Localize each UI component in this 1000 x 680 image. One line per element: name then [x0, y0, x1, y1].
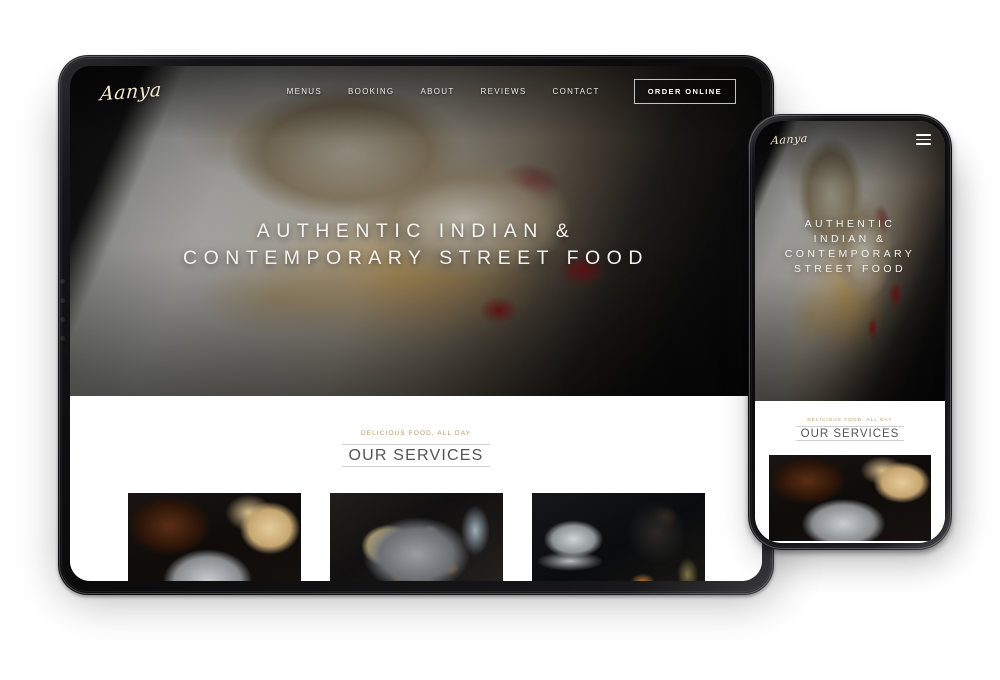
tablet-navbar: Aanya MENUS BOOKING ABOUT REVIEWS CONTAC…: [70, 66, 762, 105]
hero-headline-line-2: CONTEMPORARY STREET FOOD: [183, 247, 649, 269]
hero-headline-line-2: INDIAN &: [813, 233, 887, 245]
indian-thali-platter-photo: [329, 493, 503, 581]
tablet-screen: Aanya MENUS BOOKING ABOUT REVIEWS CONTAC…: [70, 66, 762, 581]
hamburger-line: [916, 134, 931, 137]
service-cards: [755, 455, 945, 541]
phone-screen: Aanya AUTHENTIC INDIAN & CONTEMPORARY ST…: [755, 121, 945, 543]
hero-headline-line-1: AUTHENTIC: [804, 218, 896, 230]
services-eyebrow: DELICIOUS FOOD, ALL DAY: [360, 430, 472, 437]
mockup-stage: Aanya MENUS BOOKING ABOUT REVIEWS CONTAC…: [0, 0, 1000, 680]
hero-headline: AUTHENTIC INDIAN & CONTEMPORARY STREET F…: [755, 217, 945, 277]
tablet-hero-section: Aanya MENUS BOOKING ABOUT REVIEWS CONTAC…: [70, 66, 762, 396]
hamburger-line: [916, 138, 931, 141]
hero-headline-line-4: STREET FOOD: [794, 263, 906, 275]
phone-hero-section: Aanya AUTHENTIC INDIAN & CONTEMPORARY ST…: [755, 121, 945, 401]
phone-mockup: Aanya AUTHENTIC INDIAN & CONTEMPORARY ST…: [748, 114, 952, 550]
hamburger-line: [916, 142, 931, 145]
service-card[interactable]: [127, 493, 301, 581]
hero-headline-line-1: AUTHENTIC INDIAN &: [256, 220, 576, 242]
tablet-button-2[interactable]: [60, 298, 65, 303]
tablet-button-3[interactable]: [60, 317, 65, 322]
hero-headline-line-3: CONTEMPORARY: [784, 248, 916, 260]
service-cards: [70, 493, 762, 581]
services-title: OUR SERVICES: [342, 444, 490, 467]
service-card[interactable]: [769, 455, 931, 541]
curry-bowls-with-naan-photo: [769, 455, 931, 541]
nav-item-booking[interactable]: BOOKING: [348, 87, 394, 96]
nav-links: MENUS BOOKING ABOUT REVIEWS CONTACT ORDE…: [261, 79, 736, 104]
services-title: OUR SERVICES: [795, 426, 905, 441]
hamburger-menu-icon[interactable]: [916, 134, 931, 145]
tablet-button-1[interactable]: [60, 279, 65, 284]
site-logo[interactable]: Aanya: [99, 78, 162, 104]
tablet-side-buttons[interactable]: [60, 265, 66, 355]
tablet-mockup: Aanya MENUS BOOKING ABOUT REVIEWS CONTAC…: [58, 55, 774, 595]
site-logo[interactable]: Aanya: [771, 132, 809, 148]
order-online-button[interactable]: ORDER ONLINE: [633, 79, 736, 104]
nav-item-about[interactable]: ABOUT: [420, 87, 454, 96]
phone-services-section: DELICIOUS FOOD, ALL DAY OUR SERVICES: [755, 401, 945, 541]
bartender-making-cocktail-photo: [531, 493, 705, 581]
tablet-services-section: DELICIOUS FOOD, ALL DAY OUR SERVICES: [70, 396, 762, 581]
hero-headline: AUTHENTIC INDIAN & CONTEMPORARY STREET F…: [70, 218, 762, 272]
curry-bowls-with-naan-photo: [127, 493, 301, 581]
nav-item-reviews[interactable]: REVIEWS: [481, 87, 527, 96]
phone-navbar: Aanya: [755, 121, 945, 148]
nav-item-contact[interactable]: CONTACT: [553, 87, 600, 96]
service-card[interactable]: [531, 493, 705, 581]
tablet-button-4[interactable]: [60, 336, 65, 341]
nav-item-menus[interactable]: MENUS: [287, 87, 322, 96]
service-card[interactable]: [329, 493, 503, 581]
